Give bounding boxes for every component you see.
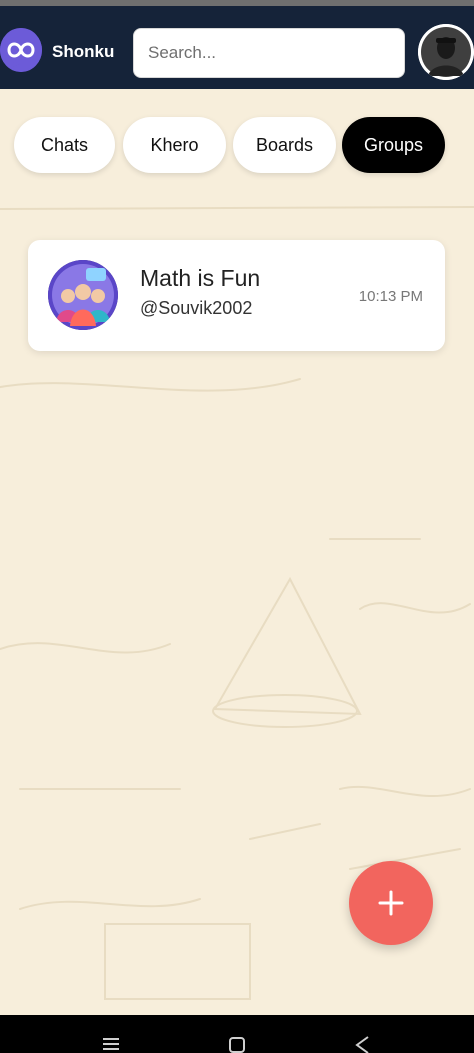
group-list-item[interactable]: Math is Fun @Souvik2002 10:13 PM <box>28 240 445 351</box>
app-name: Shonku <box>52 42 115 61</box>
group-handle: @Souvik2002 <box>140 298 253 318</box>
group-title: Math is Fun <box>140 265 261 291</box>
tab-groups[interactable]: Groups <box>342 117 445 173</box>
app-header: Shonku <box>0 6 474 89</box>
tab-boards[interactable]: Boards <box>233 117 336 173</box>
home-square-icon[interactable] <box>225 1035 249 1053</box>
search-input[interactable] <box>133 28 405 78</box>
group-avatar-icon <box>48 260 118 330</box>
menu-icon[interactable] <box>99 1035 123 1053</box>
group-timestamp: 10:13 PM <box>358 288 423 305</box>
infinity-chat-logo-icon[interactable] <box>0 28 42 72</box>
tab-bar: Chats Khero Boards Groups <box>0 117 474 173</box>
plus-icon <box>378 890 404 916</box>
tab-chats[interactable]: Chats <box>14 117 115 173</box>
back-triangle-icon[interactable] <box>350 1035 374 1053</box>
user-avatar-icon[interactable] <box>418 24 474 80</box>
tab-khero[interactable]: Khero <box>123 117 226 173</box>
system-nav-bar <box>0 1015 474 1053</box>
add-group-button[interactable] <box>349 861 433 945</box>
